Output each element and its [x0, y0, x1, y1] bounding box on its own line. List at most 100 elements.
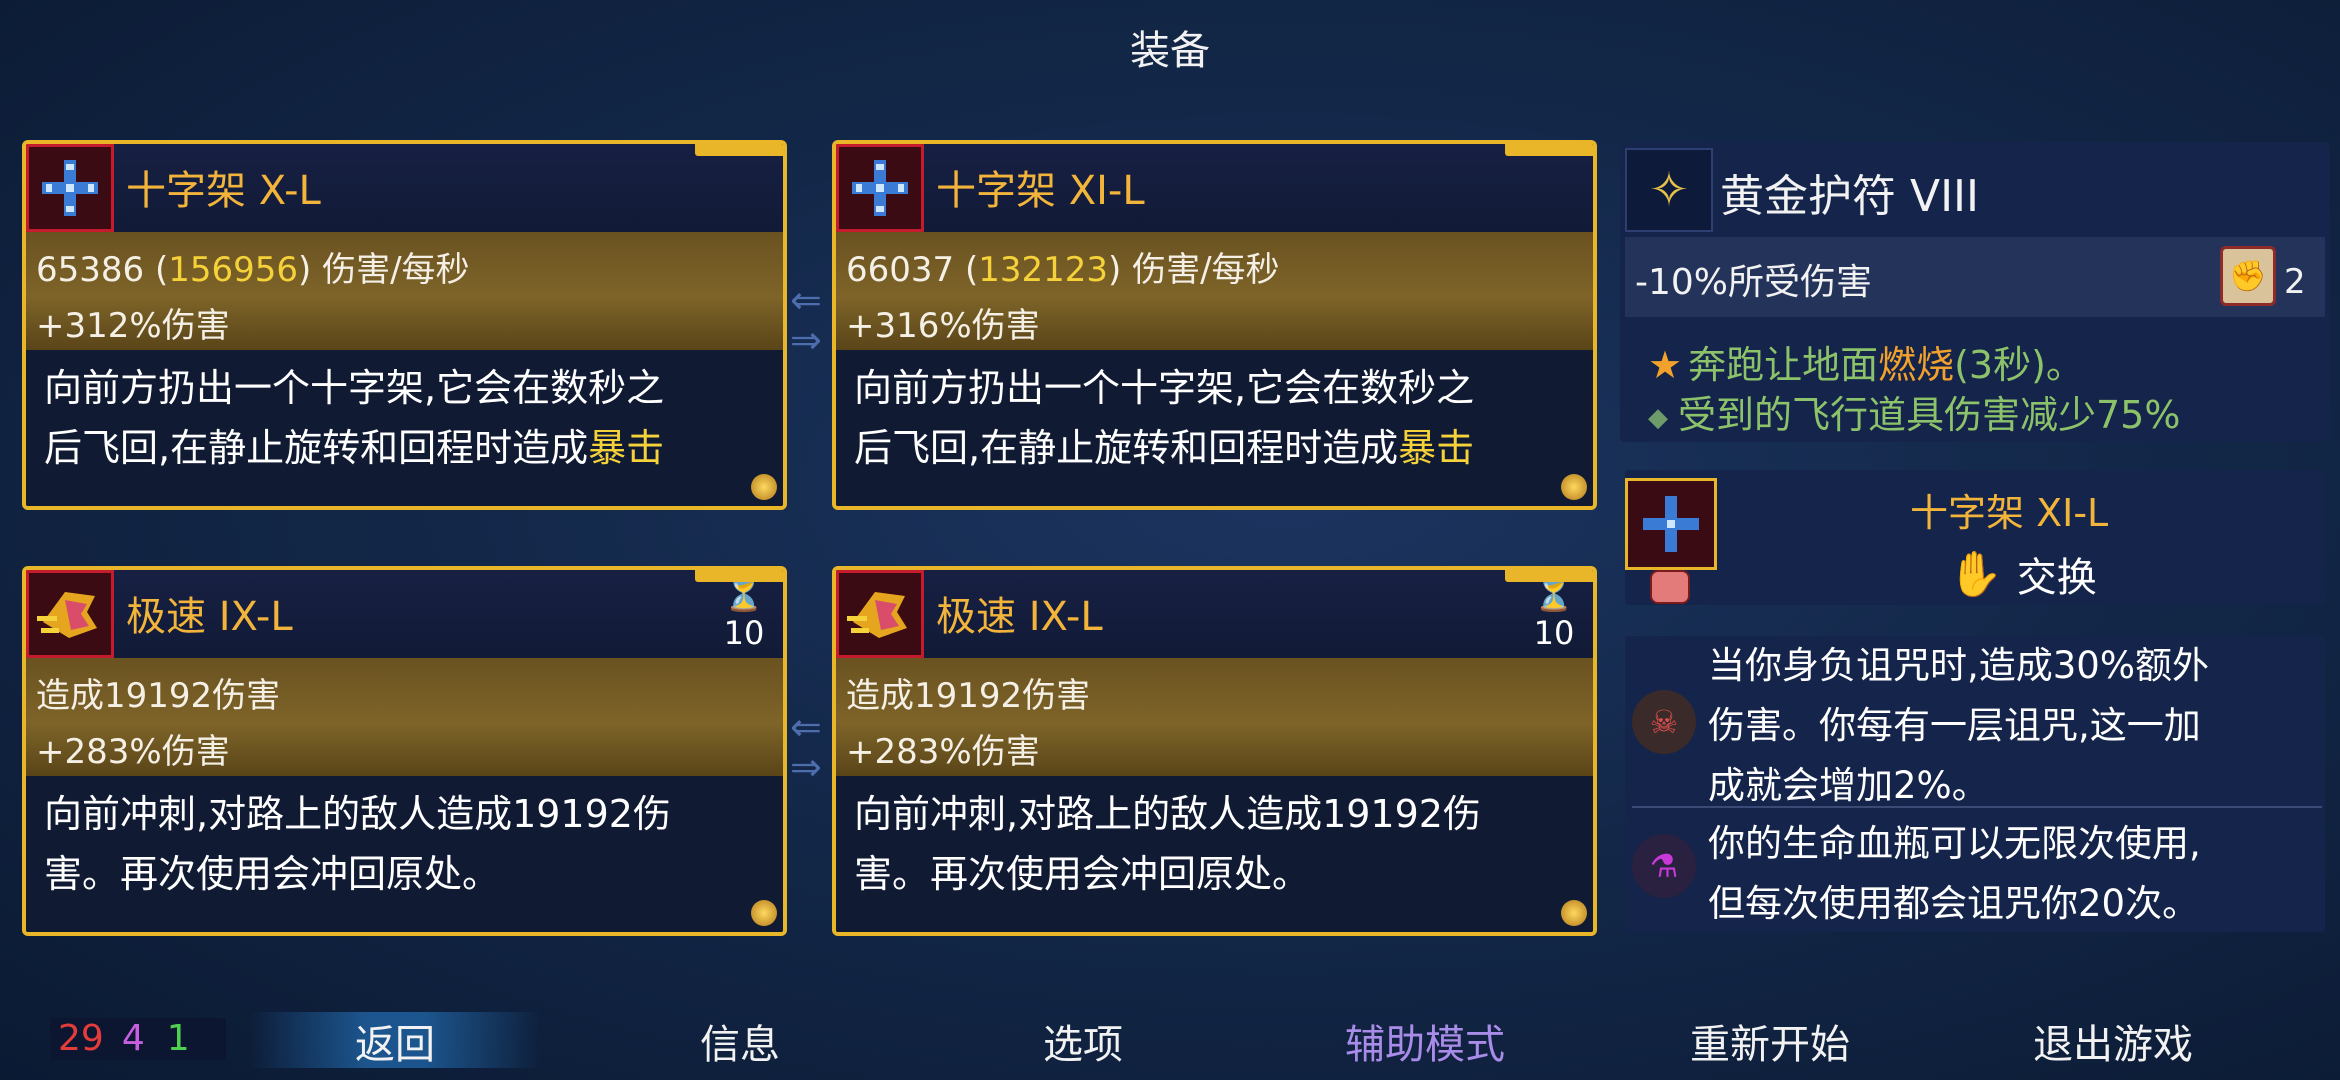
card-gem — [1561, 474, 1587, 500]
amulet-bonus: ★ 奔跑让地面燃烧(3秒)。 — [1648, 334, 2084, 389]
card-damage-bonus: +312%伤害 — [36, 306, 230, 346]
equipment-card-cross-xl[interactable]: 十字架 X-L 65386 (156956) 伤害/每秒 +312%伤害 向前方… — [22, 140, 787, 510]
desc-line: 后飞回,在静止旋转和回程时造成暴击 — [854, 418, 1575, 478]
curse-line: 伤害。你每有一层诅咒,这一加 — [1708, 704, 2201, 747]
crit-keyword: 暴击 — [588, 426, 665, 470]
card-stats: 造成19192伤害 +283%伤害 — [26, 658, 783, 776]
card-description: 向前方扔出一个十字架,它会在数秒之 后飞回,在静止旋转和回程时造成暴击 — [836, 350, 1593, 506]
cross-icon — [1625, 478, 1717, 570]
cooldown-indicator: ⏳ 10 — [1529, 574, 1579, 652]
card-damage: 造成19192伤害 — [846, 676, 1091, 716]
resource-counters: 29 4 1 — [50, 1018, 226, 1060]
character-head-icon — [1650, 570, 1690, 604]
amulet-icon: ✧ — [1625, 148, 1713, 232]
menu-quit[interactable]: 退出游戏 — [1993, 1012, 2233, 1070]
menu-options[interactable]: 选项 — [963, 1012, 1203, 1070]
card-damage: 造成19192伤害 — [36, 676, 281, 716]
card-ornament — [695, 144, 783, 156]
desc-line: 向前方扔出一个十字架,它会在数秒之 — [854, 366, 1475, 410]
arrow-right-icon: ⇒ — [790, 745, 822, 789]
dps-value: 66037 ( — [846, 250, 979, 290]
cooldown-value: 10 — [723, 614, 765, 652]
amulet-bonus: ◆ 受到的飞行道具伤害减少75% — [1648, 384, 2180, 439]
card-name: 十字架 X-L — [126, 168, 321, 214]
desc-line: 害。再次使用会冲回原处。 — [44, 852, 501, 896]
amulet-name: 黄金护符 VIII — [1720, 171, 1980, 222]
desc-line: 后飞回,在静止旋转和回程时造成暴击 — [44, 418, 765, 478]
dps-crit-value: 132123 — [978, 250, 1109, 290]
counter-purple: 4 — [121, 1018, 145, 1059]
card-stats: 66037 (132123) 伤害/每秒 +316%伤害 — [836, 232, 1593, 350]
arrow-left-icon: ⇐ — [790, 278, 822, 322]
dps-crit-value: 156956 — [168, 250, 299, 290]
card-description: 向前方扔出一个十字架,它会在数秒之 后飞回,在静止旋转和回程时造成暴击 — [26, 350, 783, 506]
curse-skull-icon: ☠ — [1632, 690, 1696, 754]
card-dps: 65386 (156956) 伤害/每秒 — [36, 242, 470, 291]
swap-arrows-bottom[interactable]: ⇐ ⇒ — [790, 707, 834, 787]
curse-line: 你的生命血瓶可以无限次使用, — [1708, 822, 2201, 865]
curse-scroll-icon: ✊ — [2220, 246, 2276, 306]
menu-restart[interactable]: 重新开始 — [1650, 1012, 1890, 1070]
bonus-text: (3秒)。 — [1954, 343, 2084, 387]
desc-line: 向前冲刺,对路上的敌人造成19192伤 — [44, 792, 671, 836]
swap-button[interactable]: ✋ 交换 — [1948, 545, 2097, 603]
dps-value: 65386 ( — [36, 250, 169, 290]
card-name: 极速 IX-L — [936, 594, 1103, 640]
card-ornament — [1505, 144, 1593, 156]
counter-red: 29 — [58, 1018, 104, 1059]
desc-text: 后飞回,在静止旋转和回程时造成 — [854, 426, 1399, 470]
card-stats: 造成19192伤害 +283%伤害 — [836, 658, 1593, 776]
card-damage-bonus: +283%伤害 — [36, 732, 230, 772]
card-name: 极速 IX-L — [126, 594, 293, 640]
menu-info[interactable]: 信息 — [620, 1012, 860, 1070]
swap-weapon-name: 十字架 XI-L — [1910, 491, 2109, 535]
cross-icon — [26, 144, 114, 232]
curse-divider — [1632, 806, 2322, 808]
star-icon: ★ — [1648, 343, 1683, 387]
desc-line: 向前方扔出一个十字架,它会在数秒之 — [44, 366, 665, 410]
card-gem — [751, 900, 777, 926]
cooldown-indicator: ⏳ 10 — [719, 574, 769, 652]
card-gem — [1561, 900, 1587, 926]
card-description: 向前冲刺,对路上的敌人造成19192伤 害。再次使用会冲回原处。 — [836, 776, 1593, 932]
curse-line: 但每次使用都会诅咒你20次。 — [1708, 882, 2200, 925]
bonus-text: 受到的飞行道具伤害减少75% — [1678, 393, 2181, 437]
menu-assist-mode[interactable]: 辅助模式 — [1305, 1012, 1545, 1070]
diamond-icon: ◆ — [1648, 402, 1668, 433]
cooldown-value: 10 — [1533, 614, 1575, 652]
arrow-left-icon: ⇐ — [790, 705, 822, 749]
counter-green: 1 — [166, 1018, 190, 1059]
card-dps: 66037 (132123) 伤害/每秒 — [846, 242, 1280, 291]
equipment-card-dash-1[interactable]: 极速 IX-L ⏳ 10 造成19192伤害 +283%伤害 向前冲刺,对路上的… — [22, 566, 787, 936]
equipment-card-dash-2[interactable]: 极速 IX-L ⏳ 10 造成19192伤害 +283%伤害 向前冲刺,对路上的… — [832, 566, 1597, 936]
dash-icon — [26, 570, 114, 658]
card-ornament — [695, 570, 783, 582]
curse-line: 当你身负诅咒时,造成30%额外 — [1708, 644, 2209, 687]
card-damage-bonus: +283%伤害 — [846, 732, 1040, 772]
glove-icon: ✋ — [1948, 549, 2003, 600]
card-gem — [751, 474, 777, 500]
dash-icon — [836, 570, 924, 658]
swap-arrows-top[interactable]: ⇐ ⇒ — [790, 280, 834, 360]
swap-label: 交换 — [2016, 555, 2097, 601]
menu-back[interactable]: 返回 — [275, 1012, 515, 1070]
curse-effect-1: 当你身负诅咒时,造成30%额外 伤害。你每有一层诅咒,这一加 成就会增加2%。 — [1708, 636, 2318, 816]
card-stats: 65386 (156956) 伤害/每秒 +312%伤害 — [26, 232, 783, 350]
arrow-right-icon: ⇒ — [790, 318, 822, 362]
dps-unit: ) 伤害/每秒 — [298, 250, 470, 290]
card-description: 向前冲刺,对路上的敌人造成19192伤 害。再次使用会冲回原处。 — [26, 776, 783, 932]
card-ornament — [1505, 570, 1593, 582]
burn-keyword: 燃烧 — [1878, 343, 1955, 387]
scroll-count: 2 — [2284, 262, 2306, 302]
desc-line: 害。再次使用会冲回原处。 — [854, 852, 1311, 896]
crit-keyword: 暴击 — [1398, 426, 1475, 470]
desc-line: 向前冲刺,对路上的敌人造成19192伤 — [854, 792, 1481, 836]
equipment-card-cross-xil[interactable]: 十字架 XI-L 66037 (132123) 伤害/每秒 +316%伤害 向前… — [832, 140, 1597, 510]
curse-effect-2: 你的生命血瓶可以无限次使用, 但每次使用都会诅咒你20次。 — [1708, 814, 2318, 934]
cross-icon — [836, 144, 924, 232]
dps-unit: ) 伤害/每秒 — [1108, 250, 1280, 290]
potion-icon: ⚗ — [1632, 834, 1696, 898]
bonus-text: 奔跑让地面 — [1688, 343, 1879, 387]
desc-text: 后飞回,在静止旋转和回程时造成 — [44, 426, 589, 470]
card-damage-bonus: +316%伤害 — [846, 306, 1040, 346]
